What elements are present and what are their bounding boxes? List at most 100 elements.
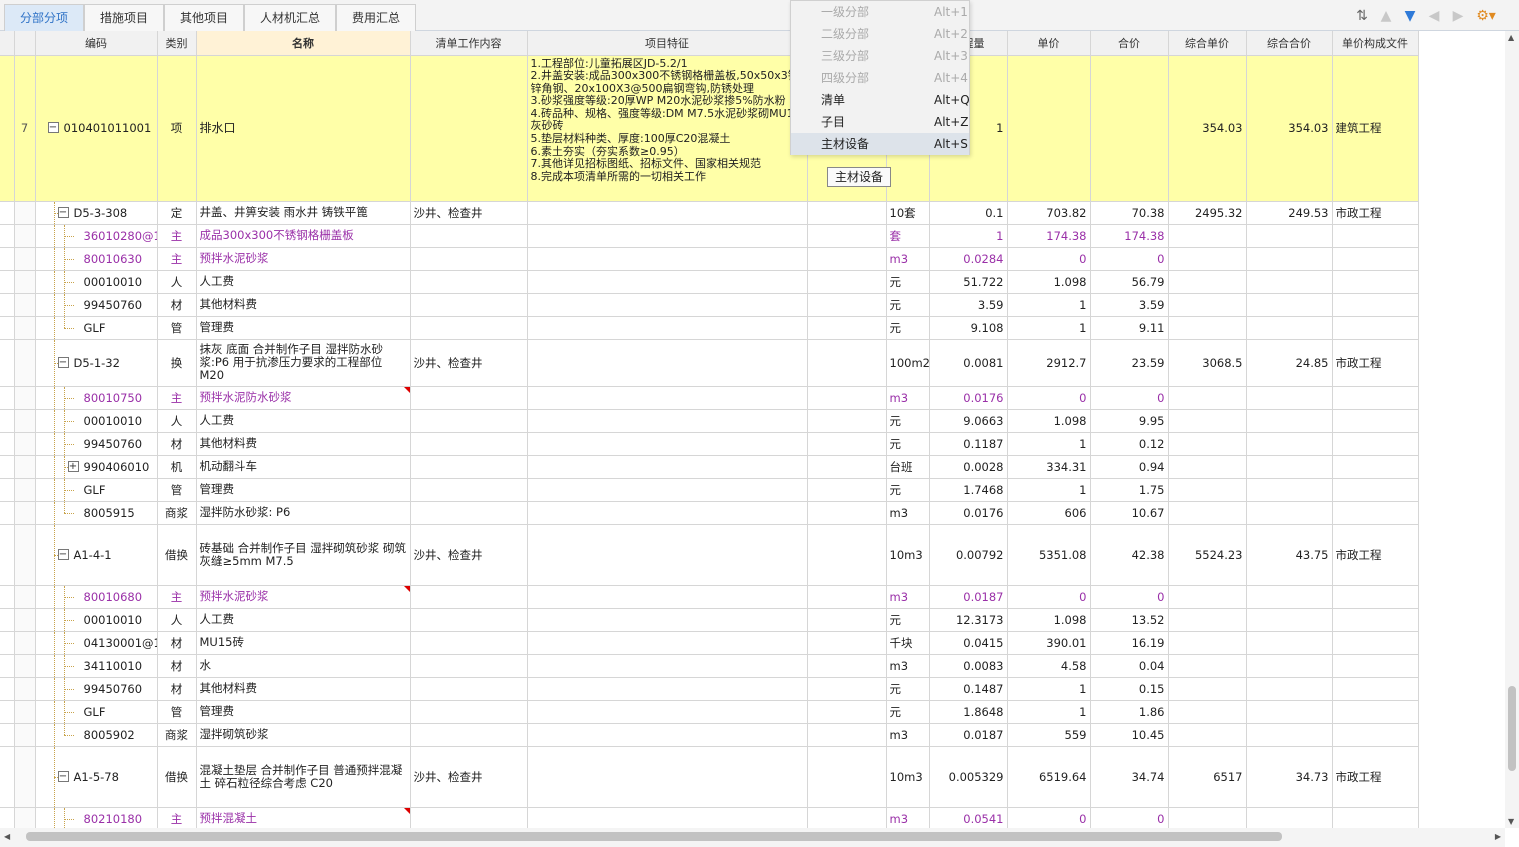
name-cell[interactable]: 管理费 <box>196 700 411 724</box>
horizontal-scrollbar[interactable]: ◀ ▶ <box>0 828 1505 847</box>
content-cell[interactable] <box>410 677 528 701</box>
total-cell[interactable]: 9.11 <box>1090 316 1169 340</box>
type-cell[interactable]: 管 <box>157 478 197 502</box>
qty-cell[interactable]: 0.0176 <box>929 386 1008 410</box>
col-file[interactable]: 单价构成文件 <box>1332 31 1419 56</box>
move-right-icon[interactable]: ▶ <box>1451 9 1465 23</box>
unit-cell[interactable]: 元 <box>886 700 930 724</box>
type-cell[interactable]: 换 <box>157 339 197 387</box>
content-cell[interactable] <box>410 585 528 609</box>
unit-cell[interactable]: 元 <box>886 316 930 340</box>
qty-cell[interactable]: 0.0081 <box>929 339 1008 387</box>
comp-price-cell[interactable] <box>1168 501 1247 525</box>
content-cell[interactable]: 沙井、检查井 <box>410 524 528 586</box>
type-cell[interactable]: 材 <box>157 631 197 655</box>
code-cell[interactable]: 80010680 <box>35 585 158 609</box>
tab-qitaxiangmu[interactable]: 其他项目 <box>164 4 244 31</box>
col-code[interactable]: 编码 <box>35 31 158 56</box>
resource-row[interactable]: 00010010 人人工费 元 12.3173 1.098 13.52 <box>0 608 1505 632</box>
type-cell[interactable]: 主 <box>157 386 197 410</box>
comp-price-cell[interactable]: 354.03 <box>1168 55 1247 202</box>
code-cell[interactable]: GLF <box>35 700 158 724</box>
menu-item-level3[interactable]: 三级分部 Alt+3 <box>791 45 969 67</box>
unit-cell[interactable]: 元 <box>886 608 930 632</box>
total-cell[interactable]: 1.75 <box>1090 478 1169 502</box>
comp-price-cell[interactable] <box>1168 409 1247 433</box>
comp-price-cell[interactable]: 5524.23 <box>1168 524 1247 586</box>
code-cell[interactable]: 99450760 <box>35 432 158 456</box>
code-cell[interactable]: 99450760 <box>35 293 158 317</box>
comp-price-cell[interactable]: 2495.32 <box>1168 201 1247 225</box>
comp-total-cell[interactable] <box>1246 631 1333 655</box>
zhucai-shebei-button[interactable]: 主材设备 <box>827 167 891 187</box>
comp-price-cell[interactable] <box>1168 478 1247 502</box>
comp-total-cell[interactable] <box>1246 677 1333 701</box>
vertical-scrollbar[interactable]: ▲ ▼ <box>1505 31 1519 828</box>
collapse-icon[interactable]: − <box>47 122 59 133</box>
qty-cell[interactable]: 9.0663 <box>929 409 1008 433</box>
price-cell[interactable]: 1.098 <box>1007 409 1091 433</box>
name-cell[interactable]: 其他材料费 <box>196 677 411 701</box>
qty-cell[interactable]: 0.0284 <box>929 247 1008 271</box>
comp-total-cell[interactable] <box>1246 723 1333 747</box>
scroll-down-icon[interactable]: ▼ <box>1508 817 1514 826</box>
type-cell[interactable]: 材 <box>157 293 197 317</box>
price-cell[interactable]: 0 <box>1007 807 1091 828</box>
file-cell[interactable] <box>1332 608 1419 632</box>
file-cell[interactable] <box>1332 247 1419 271</box>
quota-row[interactable]: − D5-3-308 定井盖、井箅安装 雨水井 铸铁平篦 沙井、检查井 10套 0.1 70… <box>0 201 1505 225</box>
name-cell[interactable]: 人工费 <box>196 270 411 294</box>
feature-cell[interactable] <box>527 700 808 724</box>
qty-cell[interactable]: 0.0187 <box>929 585 1008 609</box>
name-cell[interactable]: 人工费 <box>196 608 411 632</box>
price-cell[interactable]: 390.01 <box>1007 631 1091 655</box>
qty-cell[interactable]: 0.1 <box>929 201 1008 225</box>
content-cell[interactable]: 沙井、检查井 <box>410 201 528 225</box>
price-cell[interactable]: 1 <box>1007 478 1091 502</box>
code-cell[interactable]: −010401011001 <box>35 55 158 202</box>
unit-cell[interactable]: 元 <box>886 293 930 317</box>
file-cell[interactable]: 市政工程 <box>1332 339 1419 387</box>
comp-price-cell[interactable] <box>1168 386 1247 410</box>
unit-cell[interactable]: 元 <box>886 409 930 433</box>
unit-cell[interactable]: 10套 <box>886 201 930 225</box>
comp-price-cell[interactable] <box>1168 293 1247 317</box>
price-cell[interactable]: 174.38 <box>1007 224 1091 248</box>
settings-dropdown-icon[interactable]: ⚙▾ <box>1475 9 1497 23</box>
total-cell[interactable]: 16.19 <box>1090 631 1169 655</box>
type-cell[interactable]: 定 <box>157 201 197 225</box>
content-cell[interactable] <box>410 455 528 479</box>
feature-cell[interactable] <box>527 677 808 701</box>
code-cell[interactable]: − D5-1-32 <box>35 339 158 387</box>
price-cell[interactable]: 0 <box>1007 386 1091 410</box>
price-cell[interactable]: 1 <box>1007 293 1091 317</box>
content-cell[interactable] <box>410 386 528 410</box>
quota-row[interactable]: − D5-1-32 换抹灰 底面 合并制作子目 湿拌防水砂浆:P6 用于抗渗压力要求… <box>0 339 1505 387</box>
unit-cell[interactable]: m3 <box>886 585 930 609</box>
type-cell[interactable]: 材 <box>157 677 197 701</box>
unit-cell[interactable]: 元 <box>886 270 930 294</box>
total-cell[interactable]: 0 <box>1090 386 1169 410</box>
scroll-left-icon[interactable]: ◀ <box>4 832 10 841</box>
feature-cell[interactable] <box>527 501 808 525</box>
code-cell[interactable]: GLF <box>35 316 158 340</box>
total-cell[interactable]: 0.15 <box>1090 677 1169 701</box>
file-cell[interactable]: 市政工程 <box>1332 746 1419 808</box>
type-cell[interactable]: 主 <box>157 807 197 828</box>
file-cell[interactable] <box>1332 478 1419 502</box>
resource-row[interactable]: GLF 管管理费 元 1.7468 1 1.75 <box>0 478 1505 502</box>
comp-total-cell[interactable] <box>1246 409 1333 433</box>
col-total[interactable]: 合价 <box>1090 31 1169 56</box>
menu-item-zhucai-shebei[interactable]: 主材设备 Alt+S <box>791 133 969 155</box>
qty-cell[interactable]: 1 <box>929 224 1008 248</box>
code-cell[interactable]: 00010010 <box>35 270 158 294</box>
file-cell[interactable] <box>1332 455 1419 479</box>
unit-cell[interactable]: 元 <box>886 677 930 701</box>
type-cell[interactable]: 人 <box>157 409 197 433</box>
qty-cell[interactable]: 1.7468 <box>929 478 1008 502</box>
col-comp-price[interactable]: 综合单价 <box>1168 31 1247 56</box>
content-cell[interactable] <box>410 270 528 294</box>
content-cell[interactable]: 沙井、检查井 <box>410 746 528 808</box>
resource-row[interactable]: 80010750 主预拌水泥防水砂浆 m3 0.0176 0 0 <box>0 386 1505 410</box>
content-cell[interactable] <box>410 807 528 828</box>
